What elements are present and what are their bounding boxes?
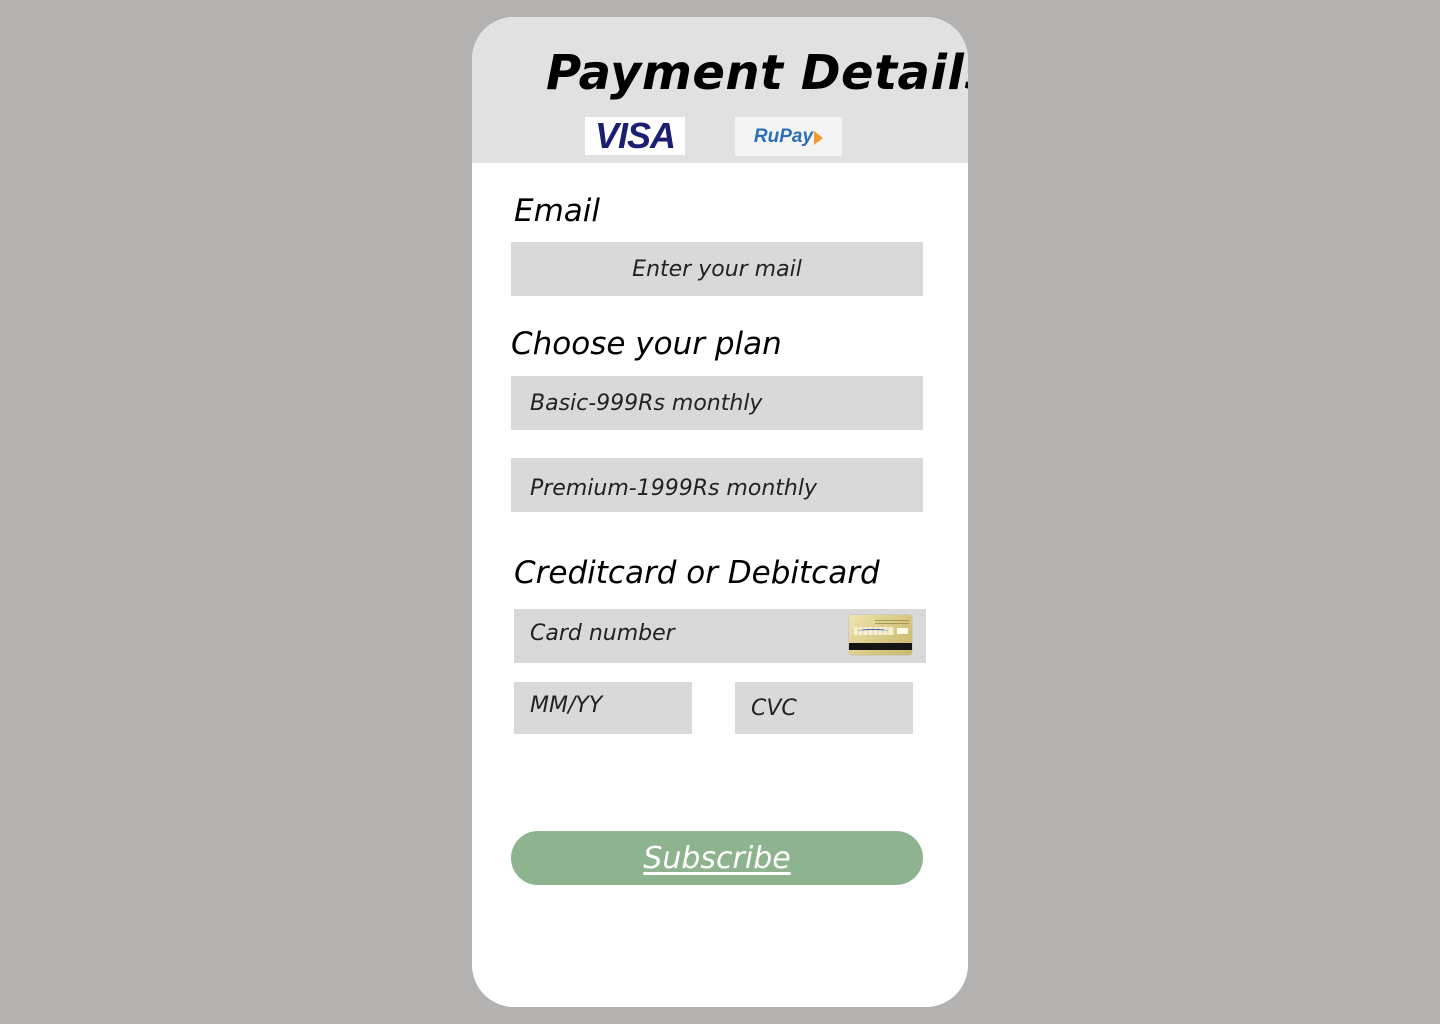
card-header: Payment Details VISA RuPay	[472, 17, 968, 163]
visa-logo-text: VISA	[594, 117, 676, 155]
subscribe-button[interactable]: Subscribe	[511, 831, 923, 885]
card-icon-stripe	[849, 643, 912, 650]
visa-logo: VISA	[585, 117, 685, 155]
card-icon-lines	[875, 618, 909, 624]
plan-label: Choose your plan	[511, 326, 782, 362]
email-label: Email	[514, 193, 601, 229]
card-icon-cvv-box	[897, 628, 908, 634]
rupay-logo-text: RuPay	[753, 126, 814, 147]
credit-card-icon	[849, 615, 912, 655]
card-number-wrapper	[514, 609, 926, 663]
card-label: Creditcard or Debitcard	[514, 555, 880, 591]
page-title: Payment Details	[546, 45, 968, 101]
expiry-field[interactable]	[514, 682, 692, 734]
rupay-arrow-icon	[814, 130, 824, 145]
email-field[interactable]	[511, 242, 923, 296]
plan-option-premium[interactable]: Premium-1999Rs monthly	[511, 458, 923, 512]
card-icon-signature	[854, 627, 894, 635]
payment-card: Payment Details VISA RuPay Email Choose …	[472, 17, 968, 1007]
card-number-field[interactable]	[514, 609, 844, 663]
plan-option-basic[interactable]: Basic-999Rs monthly	[511, 376, 923, 430]
rupay-logo: RuPay	[735, 117, 842, 156]
cvc-field[interactable]	[735, 682, 913, 734]
